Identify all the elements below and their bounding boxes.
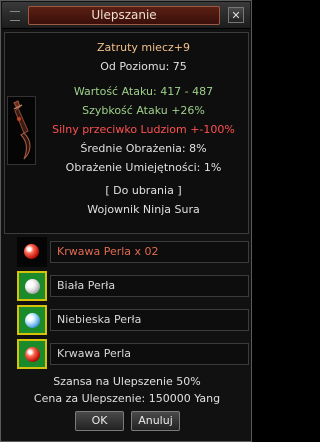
item-stats: Zatruty miecz+9 Od Poziomu: 75 Wartość A… — [37, 33, 250, 219]
upgrade-chance: Szansa na Ulepszenie 50% — [53, 375, 201, 388]
red-pearl-icon — [25, 347, 40, 362]
equip-label: [ Do ubrania ] — [105, 184, 182, 197]
stat-attack-speed: Szybkość Ataku +26% — [82, 104, 205, 117]
item-level-requirement: Od Poziomu: 75 — [100, 60, 187, 73]
red-pearl-icon — [24, 244, 39, 259]
sword-icon — [13, 100, 31, 160]
material-row: Niebieska Perła — [4, 305, 249, 335]
close-button[interactable]: ✕ — [228, 7, 244, 23]
title-bar[interactable]: Ulepszanie ✕ — [2, 2, 250, 29]
stat-strong-vs-humans: Silny przeciwko Ludziom +-100% — [52, 123, 235, 136]
stat-attack-value: Wartość Ataku: 417 - 487 — [73, 85, 214, 98]
material-row: Biała Perła — [4, 271, 249, 301]
upgrade-cost: Cena za Ulepszenie: 150000 Yang — [33, 392, 221, 405]
item-slot[interactable] — [7, 96, 36, 165]
material-slot[interactable] — [17, 237, 47, 267]
stat-skill-damage: Obrażenie Umiejętności: 1% — [65, 161, 222, 174]
item-info-panel: Zatruty miecz+9 Od Poziomu: 75 Wartość A… — [4, 32, 249, 234]
material-label: Biała Perła — [50, 275, 249, 297]
upgrade-window: Ulepszanie ✕ Zatruty miecz+9 Od Poziomu:… — [0, 0, 252, 442]
material-label: Krwawa Perla — [50, 343, 249, 365]
cancel-button[interactable]: Anuluj — [131, 411, 180, 431]
stat-average-damage: Średnie Obrażenia: 8% — [80, 142, 207, 155]
item-name: Zatruty miecz+9 — [97, 41, 190, 54]
close-icon: ✕ — [231, 9, 241, 22]
material-label: Niebieska Perła — [50, 309, 249, 331]
window-title: Ulepszanie — [28, 6, 220, 25]
material-slot[interactable] — [17, 271, 47, 301]
material-slot[interactable] — [17, 339, 47, 369]
material-slot[interactable] — [17, 305, 47, 335]
material-label: Krwawa Perla x 02 — [50, 241, 249, 263]
material-row: Krwawa Perla — [4, 339, 249, 369]
ok-button[interactable]: OK — [75, 411, 124, 431]
white-pearl-icon — [25, 279, 40, 294]
material-row: Krwawa Perla x 02 — [4, 237, 249, 267]
title-decoration — [10, 11, 20, 21]
blue-pearl-icon — [25, 313, 40, 328]
allowed-classes: Wojownik Ninja Sura — [87, 203, 200, 216]
